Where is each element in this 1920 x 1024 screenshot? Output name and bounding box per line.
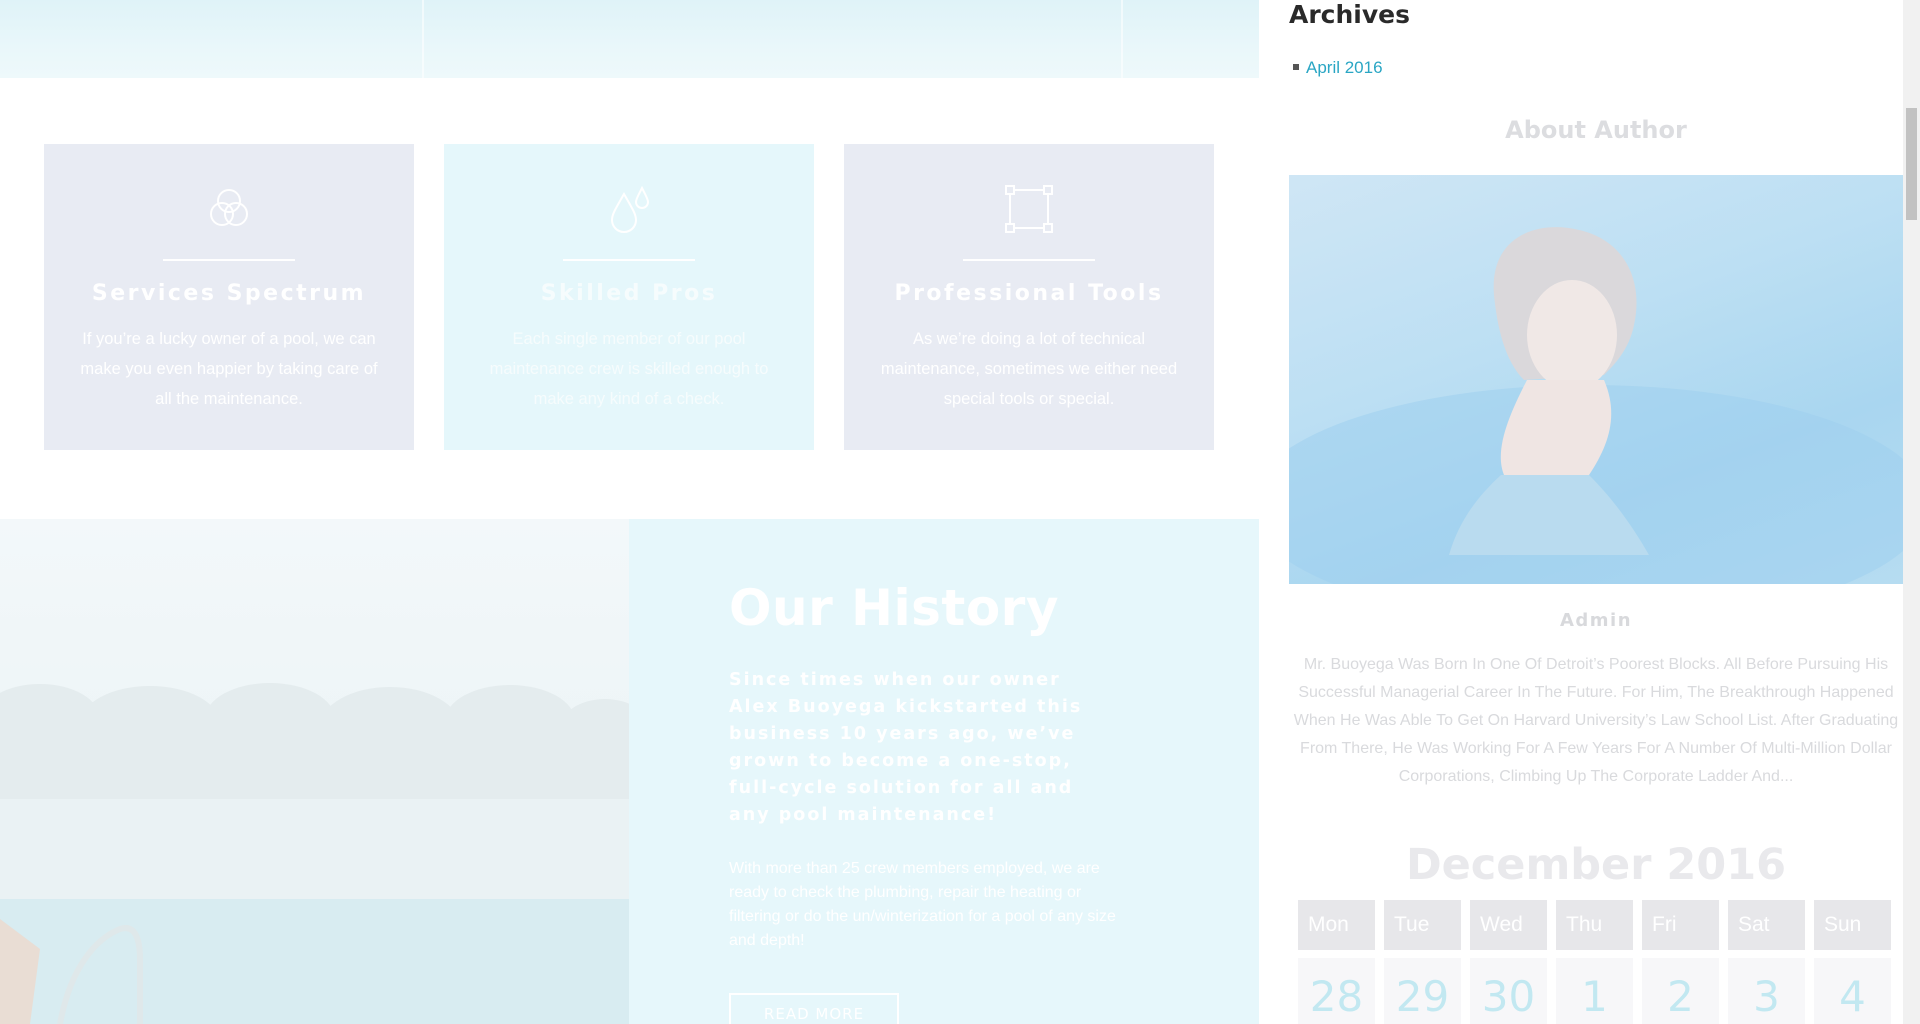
archives-title: Archives bbox=[1289, 0, 1410, 29]
services-section: Services Spectrum If you’re a lucky owne… bbox=[44, 144, 1214, 450]
calendar-week-row: 28 29 30 1 2 3 4 bbox=[1298, 958, 1894, 1024]
service-card-services-spectrum: Services Spectrum If you’re a lucky owne… bbox=[44, 144, 414, 450]
bullet-square-icon bbox=[1293, 64, 1299, 71]
archives-item: April 2016 bbox=[1289, 58, 1383, 78]
card-divider bbox=[563, 259, 695, 261]
calendar-weekday-header: Mon Tue Wed Thu Fri Sat Sun bbox=[1298, 900, 1894, 950]
service-card-title: Skilled Pros bbox=[540, 281, 718, 306]
card-divider bbox=[163, 259, 295, 261]
calendar-day[interactable]: 2 bbox=[1642, 958, 1719, 1024]
banner-ripple bbox=[1121, 0, 1123, 78]
weekday-tue: Tue bbox=[1384, 900, 1461, 950]
calendar-title: December 2016 bbox=[1405, 840, 1787, 890]
palm-trees-illustration bbox=[0, 683, 629, 1024]
about-author-title: About Author bbox=[1505, 116, 1687, 144]
history-panel: Our History Since times when our owner A… bbox=[629, 519, 1259, 1024]
weekday-fri: Fri bbox=[1642, 900, 1719, 950]
calendar-day[interactable]: 29 bbox=[1384, 958, 1461, 1024]
weekday-thu: Thu bbox=[1556, 900, 1633, 950]
author-bio: Mr. Buoyega Was Born In One Of Detroit’s… bbox=[1293, 656, 1899, 785]
service-card-text: As we’re doing a lot of technical mainte… bbox=[880, 330, 1178, 408]
weekday-wed: Wed bbox=[1470, 900, 1547, 950]
author-name: Admin bbox=[1559, 610, 1633, 631]
archive-link-april-2016[interactable]: April 2016 bbox=[1306, 58, 1383, 77]
page-scrollbar[interactable] bbox=[1903, 0, 1920, 1024]
scrollbar-thumb[interactable] bbox=[1906, 108, 1917, 220]
history-body: With more than 25 crew members employed,… bbox=[729, 860, 1116, 949]
banner-ripple bbox=[422, 0, 424, 78]
calendar-day[interactable]: 3 bbox=[1728, 958, 1805, 1024]
calendar-day[interactable]: 30 bbox=[1470, 958, 1547, 1024]
read-more-button[interactable]: READ MORE bbox=[729, 993, 899, 1024]
weekday-sat: Sat bbox=[1728, 900, 1805, 950]
calendar-day[interactable]: 1 bbox=[1556, 958, 1633, 1024]
weekday-sun: Sun bbox=[1814, 900, 1891, 950]
pool-water-banner bbox=[0, 0, 1259, 78]
service-card-text: If you’re a lucky owner of a pool, we ca… bbox=[80, 330, 378, 408]
archives-list: April 2016 bbox=[1289, 58, 1383, 78]
service-card-skilled-pros: Skilled Pros Each single member of our p… bbox=[444, 144, 814, 450]
venn-circles-icon bbox=[210, 189, 248, 226]
service-card-title: Professional Tools bbox=[894, 281, 1164, 306]
main-content: Services Spectrum If you’re a lucky owne… bbox=[0, 0, 1259, 1024]
resort-palms-photo bbox=[0, 519, 629, 1024]
history-title: Our History bbox=[729, 579, 1059, 637]
history-section: Our History Since times when our owner A… bbox=[0, 519, 1259, 1024]
calendar-day[interactable]: 28 bbox=[1298, 958, 1375, 1024]
weekday-mon: Mon bbox=[1298, 900, 1375, 950]
vector-square-icon bbox=[1005, 185, 1053, 233]
service-card-professional-tools: Professional Tools As we’re doing a lot … bbox=[844, 144, 1214, 450]
author-photo bbox=[1289, 175, 1903, 584]
swimmer-portrait-illustration bbox=[1289, 227, 1903, 584]
card-divider bbox=[963, 259, 1095, 261]
service-card-text: Each single member of our pool maintenan… bbox=[489, 330, 769, 408]
history-lead: Since times when our owner Alex Buoyega … bbox=[729, 670, 1083, 825]
water-drops-icon bbox=[610, 185, 650, 233]
calendar-day[interactable]: 4 bbox=[1814, 958, 1891, 1024]
sidebar: Archives April 2016 About Author Admin M… bbox=[1289, 0, 1903, 1024]
service-card-title: Services Spectrum bbox=[91, 281, 367, 306]
